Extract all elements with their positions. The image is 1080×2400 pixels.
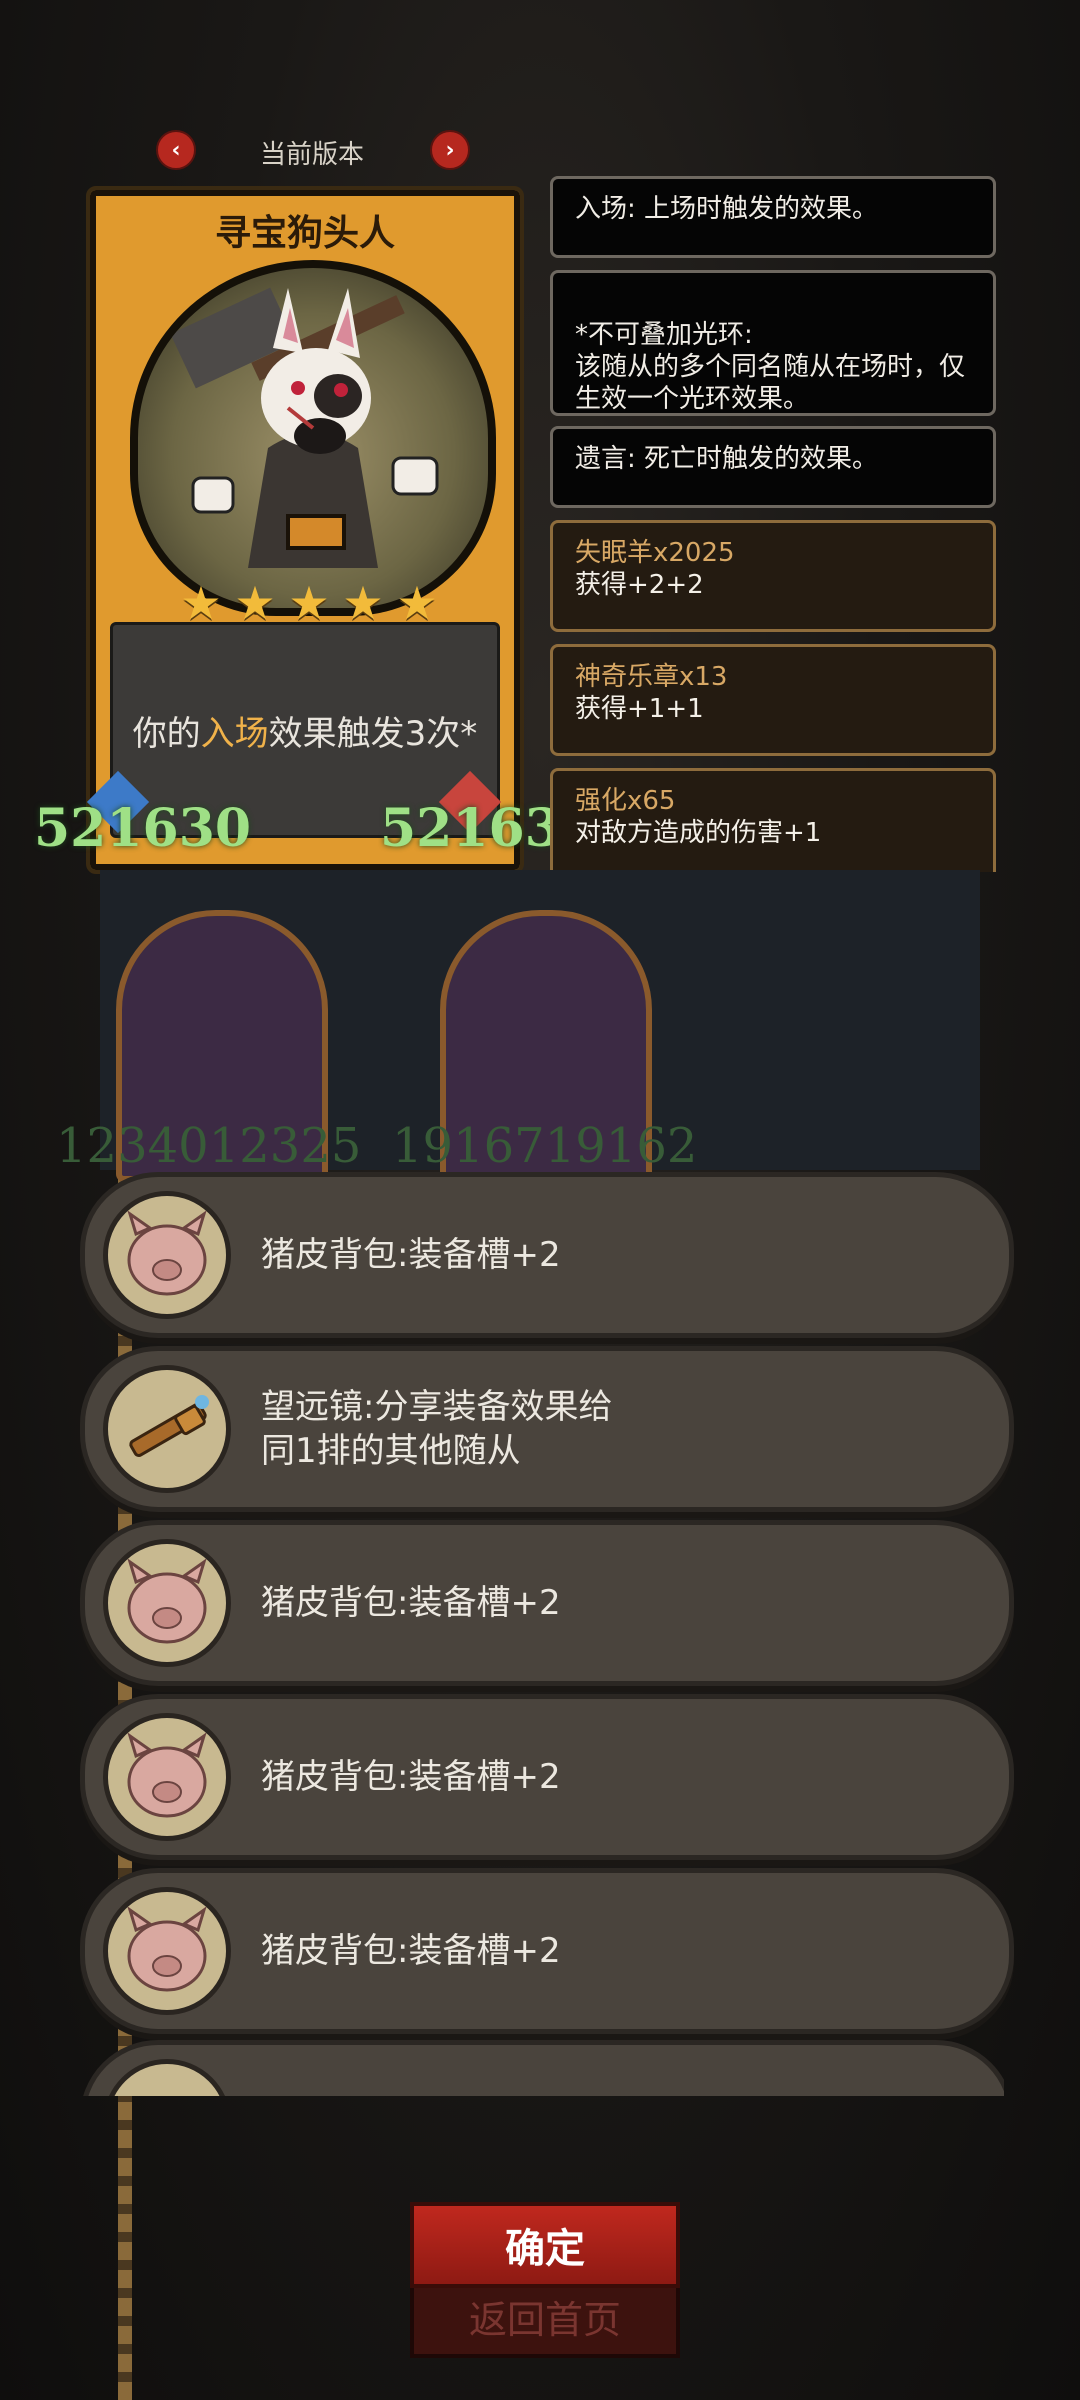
confirm-button[interactable]: 确定 [410,2202,680,2288]
version-label: 当前版本 [259,140,364,170]
pig-backpack-icon [103,2059,231,2096]
buff-panel: 神奇乐章x13 获得+1+1 [550,644,996,756]
buff-effect: 获得+1+1 [575,694,704,724]
keyword-text: *不可叠加光环: 该随从的多个同名随从在场时，仅生效一个光环效果。 [575,320,966,414]
pig-backpack-icon [103,1887,231,2015]
card-desc-prefix: 你的 [132,713,201,754]
next-version-button[interactable]: › [430,130,470,170]
buff-panel: 强化x65 对敌方造成的伤害+1 [550,768,996,872]
item-row[interactable]: 猪皮背包:装备槽+2 [80,1520,1014,1686]
follower-stats: 1234012325 [56,1118,361,1174]
star-rating: ★ ★ ★ ★ ★ [180,576,438,630]
card-desc-suffix: 效果触发3次* [268,713,478,754]
item-row[interactable]: 猪皮背包:装备槽+2 [80,1868,1014,2034]
item-label: 猪皮背包:装备槽+2 [261,1583,561,1623]
pig-backpack-icon [103,1539,231,1667]
item-label: 猪皮背包:装备槽+2 [261,1931,561,1971]
card-portrait [130,260,496,616]
buff-name: 神奇乐章x13 [575,662,728,692]
card-desc-keyword[interactable]: 入场 [201,706,269,755]
item-label: 望远镜:分享装备效果给 同1排的其他随从 [261,1387,613,1471]
keyword-text: 遗言: 死亡时触发的效果。 [575,444,879,474]
pig-backpack-icon [103,1191,231,1319]
telescope-icon [103,1365,231,1493]
keyword-text: 入场: 上场时触发的效果。 [575,194,879,224]
star-icon: ★ [342,576,384,630]
follower-stat-health: 19162 [544,1118,698,1174]
prev-version-button[interactable]: ‹ [156,130,196,170]
card-name: 寻宝狗头人 [214,213,395,254]
follower-stat-attack: 19167 [392,1118,545,1174]
item-row[interactable]: 望远镜:分享装备效果给 同1排的其他随从 [80,1346,1014,1512]
pig-backpack-icon [103,1713,231,1841]
star-icon: ★ [396,576,438,630]
keyword-panel-aura: *不可叠加光环: 该随从的多个同名随从在场时，仅生效一个光环效果。 [550,270,996,416]
dog-headman-portrait [170,287,439,568]
buff-panel: 失眠羊x2025 获得+2+2 [550,520,996,632]
follower-stat-health: 12325 [208,1118,362,1174]
keyword-panel-battlecry: 入场: 上场时触发的效果。 [550,176,996,258]
item-label: 猪皮背包:装备槽+2 [261,1235,561,1275]
star-icon: ★ [180,576,222,630]
star-icon: ★ [234,576,276,630]
character-card: 寻宝狗头人 ★ ★ ★ ★ ★ 你的 入场 效果触发3次* [86,186,524,874]
item-row[interactable]: 猪皮背包:装备槽+2 [80,1172,1014,1338]
item-row[interactable]: 猪皮背包:装备槽+2 [80,1694,1014,1860]
version-nav: ‹ 当前版本 › [150,130,470,170]
item-row[interactable] [80,2040,1004,2096]
buff-name: 强化x65 [575,786,676,816]
item-row-clipped [80,2040,1004,2096]
follower-stat-attack: 12340 [56,1118,209,1174]
buff-name: 失眠羊x2025 [575,538,735,568]
card-attack: 521630 [34,798,252,859]
buff-effect: 对敌方造成的伤害+1 [575,818,822,848]
follower-stats: 1916719162 [392,1118,697,1174]
item-label: 猪皮背包:装备槽+2 [261,1757,561,1797]
keyword-panel-deathrattle: 遗言: 死亡时触发的效果。 [550,426,996,508]
buff-effect: 获得+2+2 [575,570,704,600]
star-icon: ★ [288,576,330,630]
